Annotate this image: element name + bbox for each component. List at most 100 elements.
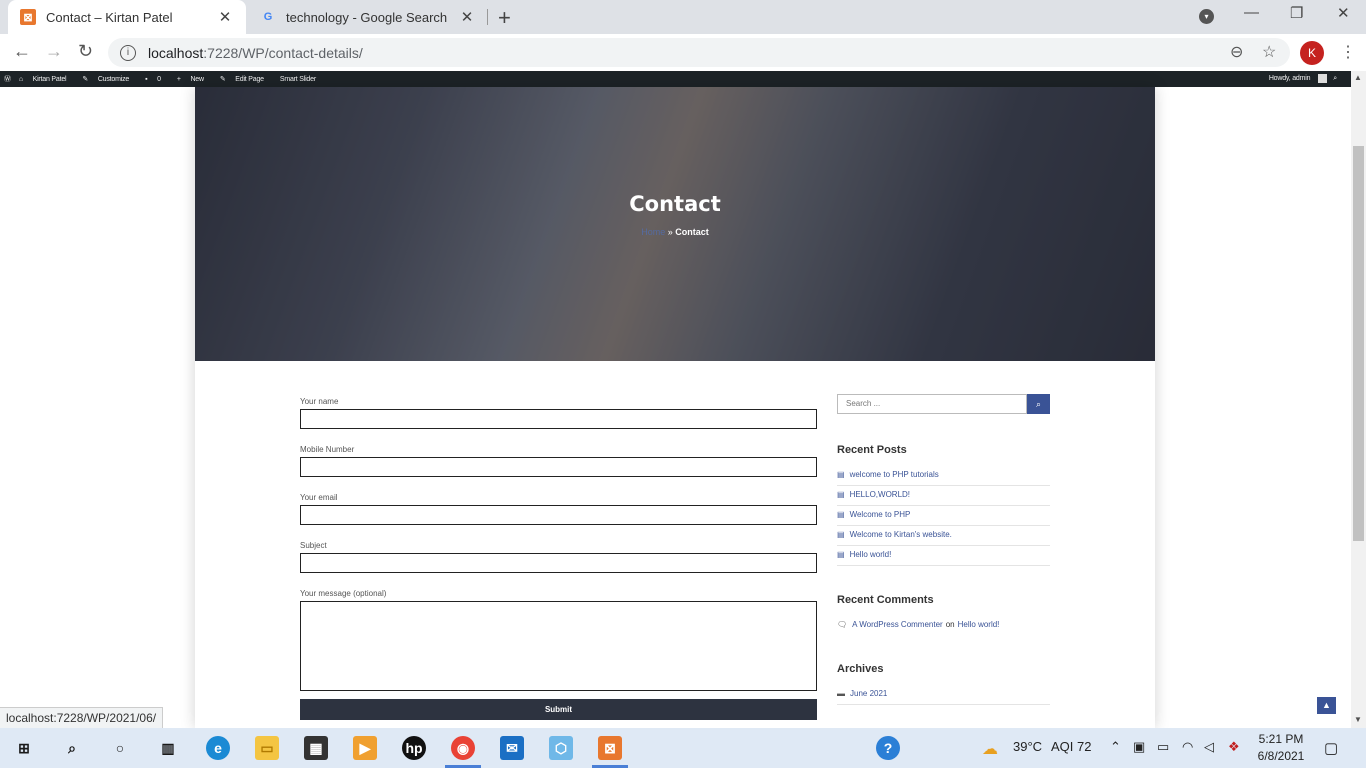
submit-button[interactable]: Submit — [300, 699, 817, 720]
archive-link[interactable]: June 2021 — [850, 689, 887, 698]
comment-post-link[interactable]: Hello world! — [958, 620, 1000, 629]
address-bar[interactable]: i localhost:7228/WP/contact-details/ ⊖ ☆ — [108, 38, 1290, 67]
list-item[interactable]: ▤ Welcome to Kirtan's website. — [837, 526, 1050, 546]
notifications-icon[interactable]: ▢ — [1324, 739, 1338, 757]
list-item[interactable]: ▤ Hello world! — [837, 546, 1050, 566]
archives-title: Archives — [837, 663, 884, 675]
message-textarea[interactable] — [300, 601, 817, 691]
wifi-icon[interactable]: ◠ — [1182, 739, 1193, 755]
admin-bar-new[interactable]: + New — [177, 76, 212, 83]
post-link[interactable]: Welcome to Kirtan's website. — [850, 530, 952, 539]
folder-icon: ▬ — [837, 689, 845, 698]
url-text: localhost:7228/WP/contact-details/ — [148, 44, 363, 61]
profile-avatar[interactable]: K — [1300, 41, 1324, 65]
system-clock[interactable]: 5:21 PM 6/8/2021 — [1255, 731, 1307, 765]
email-label: Your email — [300, 493, 338, 502]
document-icon: ▤ — [837, 530, 845, 539]
list-item[interactable]: ▤ Welcome to PHP — [837, 506, 1050, 526]
file-explorer-icon[interactable]: ▭ — [255, 736, 279, 760]
minimize-button[interactable]: — — [1244, 4, 1259, 21]
page-scrollbar[interactable]: ▲ ▼ — [1351, 71, 1366, 728]
search-input[interactable]: Search ... — [837, 394, 1027, 414]
meet-now-icon[interactable]: ▣ — [1133, 739, 1145, 755]
admin-bar-customize[interactable]: ✎ Customize — [82, 75, 137, 84]
comment-author-link[interactable]: A WordPress Commenter — [852, 620, 943, 629]
restore-button[interactable]: ❐ — [1290, 4, 1303, 22]
message-label: Your message (optional) — [300, 589, 387, 598]
search-form: Search ... ⌕ — [837, 394, 1050, 414]
subject-input[interactable] — [300, 553, 817, 573]
reload-button[interactable]: ↻ — [78, 41, 93, 62]
comment-on-text: on — [945, 620, 955, 629]
edge-icon[interactable]: e — [206, 736, 230, 760]
forward-button[interactable]: → — [45, 41, 63, 62]
dropbox-icon[interactable]: ❖ — [1228, 739, 1240, 755]
breadcrumb-home-link[interactable]: Home — [641, 227, 665, 237]
close-tab-icon[interactable]: ✕ — [458, 8, 476, 26]
scroll-down-arrow-icon[interactable]: ▼ — [1354, 715, 1362, 724]
google-favicon-icon: G — [263, 11, 273, 23]
aqi-text[interactable]: AQI 72 — [1051, 739, 1091, 754]
admin-bar-howdy[interactable]: Howdy, admin — [1269, 74, 1311, 83]
site-info-icon[interactable]: i — [120, 44, 136, 61]
chrome-menu-icon[interactable]: ⋮ — [1340, 42, 1356, 62]
search-icon[interactable]: ⌕ — [60, 736, 84, 760]
help-icon[interactable]: ? — [876, 736, 900, 760]
archive-item[interactable]: ▬ June 2021 — [837, 685, 1050, 705]
user-avatar-icon[interactable] — [1318, 74, 1328, 83]
post-link[interactable]: HELLO,WORLD! — [850, 490, 910, 499]
chrome-icon[interactable]: ◉ — [451, 736, 475, 760]
scrollbar-thumb[interactable] — [1353, 146, 1364, 541]
windows-taskbar: ⊞ ⌕ ○ ▥ e ▭ ▦ ▶ hp ◉ ✉ ⬡ ⊠ ? ☁ 39°C AQI … — [0, 728, 1366, 768]
close-window-button[interactable]: ✕ — [1337, 4, 1350, 22]
comment-item: 🗨 A WordPress Commenter on Hello world! — [837, 616, 1050, 635]
name-input[interactable] — [300, 409, 817, 429]
admin-bar-edit-page[interactable]: ✎ Edit Page — [220, 75, 272, 84]
admin-bar-smart-slider[interactable]: Smart Slider — [280, 76, 316, 83]
scroll-up-arrow-icon[interactable]: ▲ — [1354, 73, 1362, 82]
weather-temp[interactable]: 39°C — [1013, 739, 1042, 754]
tab-search-icon[interactable]: ▾ — [1199, 9, 1214, 24]
search-icon: ⌕ — [1035, 399, 1042, 409]
hp-icon[interactable]: hp — [402, 736, 426, 760]
post-link[interactable]: Welcome to PHP — [850, 510, 911, 519]
list-item[interactable]: ▤ welcome to PHP tutorials — [837, 466, 1050, 486]
mobile-input[interactable] — [300, 457, 817, 477]
volume-icon[interactable]: ◁ — [1204, 739, 1214, 755]
xampp-icon[interactable]: ⊠ — [598, 736, 622, 760]
mail-icon[interactable]: ✉ — [500, 736, 524, 760]
wordpress-logo-icon[interactable]: Ⓦ — [4, 74, 11, 84]
post-link[interactable]: welcome to PHP tutorials — [850, 470, 939, 479]
cube-app-icon[interactable]: ⬡ — [549, 736, 573, 760]
battery-icon[interactable]: ▭ — [1157, 739, 1169, 755]
recent-posts-title: Recent Posts — [837, 444, 907, 456]
media-player-icon[interactable]: ▶ — [353, 736, 377, 760]
recent-comments-title: Recent Comments — [837, 594, 934, 606]
sidebar: Search ... ⌕ Recent Posts ▤ welcome to PH… — [837, 394, 1050, 705]
email-input[interactable] — [300, 505, 817, 525]
cortana-icon[interactable]: ○ — [108, 736, 132, 760]
new-tab-button[interactable]: + — [498, 5, 511, 31]
admin-bar-comments[interactable]: ▪ 0 — [145, 76, 169, 83]
task-view-icon[interactable]: ▥ — [156, 736, 180, 760]
xampp-favicon-icon: ⊠ — [20, 9, 36, 25]
close-tab-icon[interactable]: ✕ — [216, 8, 234, 26]
back-button[interactable]: ← — [13, 41, 31, 62]
windows-start-icon[interactable]: ⊞ — [12, 736, 36, 760]
show-hidden-icons-icon[interactable]: ⌃ — [1110, 739, 1121, 755]
zoom-icon[interactable]: ⊖ — [1230, 42, 1243, 62]
pencil-icon: ✎ — [82, 76, 90, 83]
admin-search-icon[interactable]: ⌕ — [1333, 74, 1337, 83]
weather-icon[interactable]: ☁ — [982, 739, 998, 759]
post-link[interactable]: Hello world! — [850, 550, 892, 559]
link-status-bubble: localhost:7228/WP/2021/06/ — [0, 707, 164, 728]
back-to-top-button[interactable]: ▲ — [1317, 697, 1336, 714]
store-icon[interactable]: ▦ — [304, 736, 328, 760]
tab-contact[interactable]: ⊠ Contact – Kirtan Patel ✕ — [8, 0, 246, 34]
tab-google-search[interactable]: G technology - Google Search ✕ — [248, 0, 488, 34]
admin-bar-site[interactable]: ⌂ Kirtan Patel — [19, 76, 75, 83]
bookmark-star-icon[interactable]: ☆ — [1262, 42, 1276, 62]
search-button[interactable]: ⌕ — [1027, 394, 1050, 414]
list-item[interactable]: ▤ HELLO,WORLD! — [837, 486, 1050, 506]
clock-time: 5:21 PM — [1258, 732, 1304, 746]
